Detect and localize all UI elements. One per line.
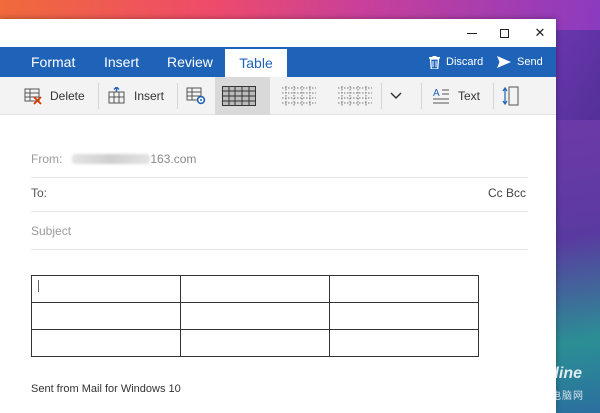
site-watermark: PConline 太平洋电脑网 bbox=[482, 361, 594, 409]
close-icon: ✕ bbox=[534, 25, 546, 41]
ribbon-divider bbox=[493, 83, 494, 109]
discard-button[interactable]: Discard bbox=[429, 47, 483, 77]
minimize-button[interactable] bbox=[456, 19, 488, 47]
table-row bbox=[31, 302, 479, 330]
table-row bbox=[31, 275, 479, 303]
table-style-dark-button[interactable] bbox=[215, 77, 270, 115]
close-button[interactable]: ✕ bbox=[524, 19, 556, 47]
from-label: From: bbox=[31, 151, 63, 166]
cc-bcc-button[interactable]: Cc Bcc bbox=[488, 186, 526, 200]
tab-insert[interactable]: Insert bbox=[104, 47, 139, 77]
to-field[interactable]: To: Cc Bcc bbox=[31, 174, 528, 212]
delete-table-button[interactable]: Delete bbox=[24, 77, 85, 115]
maximize-icon bbox=[499, 28, 509, 38]
table-settings-icon bbox=[186, 87, 206, 105]
more-styles-button[interactable] bbox=[390, 77, 410, 115]
table-cell[interactable] bbox=[180, 329, 330, 357]
text-label: Text bbox=[458, 89, 481, 103]
watermark-brand: PConline bbox=[512, 365, 582, 382]
table-style-light-button[interactable] bbox=[282, 77, 324, 115]
ribbon-divider bbox=[381, 83, 382, 109]
subject-placeholder: Subject bbox=[31, 223, 72, 238]
text-align-icon: A bbox=[433, 88, 449, 104]
table-style-grid-dark-icon bbox=[221, 86, 256, 106]
table-row bbox=[31, 329, 479, 357]
table-cell[interactable] bbox=[31, 275, 181, 303]
table-cell[interactable] bbox=[31, 302, 181, 330]
to-label: To: bbox=[31, 185, 48, 200]
table-cell[interactable] bbox=[329, 302, 479, 330]
send-icon bbox=[497, 56, 511, 68]
title-bar: ✕ bbox=[0, 19, 556, 47]
table-properties-button[interactable] bbox=[186, 77, 214, 115]
tab-format[interactable]: Format bbox=[31, 47, 75, 77]
insert-label: Insert bbox=[134, 89, 165, 103]
table-cell[interactable] bbox=[180, 302, 330, 330]
text-alignment-button[interactable]: A Text bbox=[432, 77, 480, 115]
discard-label: Discard bbox=[446, 56, 484, 68]
cell-height-icon bbox=[502, 86, 519, 106]
maximize-button[interactable] bbox=[488, 19, 520, 47]
tab-table[interactable]: Table bbox=[225, 49, 287, 77]
send-button[interactable]: Send bbox=[497, 47, 543, 77]
inserted-table[interactable] bbox=[31, 275, 479, 357]
insert-row-button[interactable]: Insert bbox=[108, 77, 164, 115]
table-style-plain-button[interactable] bbox=[338, 77, 380, 115]
table-style-grid-plain-icon bbox=[338, 86, 372, 106]
tab-review[interactable]: Review bbox=[167, 47, 213, 77]
subject-field[interactable]: Subject bbox=[31, 212, 528, 250]
watermark-subtitle: 太平洋电脑网 bbox=[518, 391, 584, 402]
svg-text:A: A bbox=[433, 88, 440, 99]
table-cell[interactable] bbox=[31, 329, 181, 357]
table-style-grid-light-icon bbox=[282, 86, 316, 106]
text-caret bbox=[38, 280, 39, 292]
ribbon-divider bbox=[177, 83, 178, 109]
chevron-down-icon bbox=[390, 92, 402, 100]
table-ribbon: Delete Insert A Text bbox=[0, 77, 556, 115]
redacted-email bbox=[72, 153, 151, 164]
ribbon-divider bbox=[421, 83, 422, 109]
trash-icon bbox=[429, 55, 440, 69]
email-signature: Sent from Mail for Windows 10 bbox=[31, 383, 181, 395]
delete-label: Delete bbox=[50, 89, 85, 103]
menu-bar: Format Insert Review Table Discard Send bbox=[0, 47, 556, 77]
table-cell[interactable] bbox=[329, 329, 479, 357]
send-label: Send bbox=[517, 56, 543, 68]
from-email-domain: 163.com bbox=[150, 151, 197, 166]
minimize-icon bbox=[467, 32, 477, 34]
cell-size-button[interactable] bbox=[502, 77, 528, 115]
insert-row-icon bbox=[108, 87, 125, 104]
ribbon-divider bbox=[98, 83, 99, 109]
table-cell[interactable] bbox=[329, 275, 479, 303]
delete-table-icon bbox=[24, 88, 42, 105]
from-field[interactable]: From: 163.com bbox=[31, 140, 528, 178]
table-cell[interactable] bbox=[180, 275, 330, 303]
